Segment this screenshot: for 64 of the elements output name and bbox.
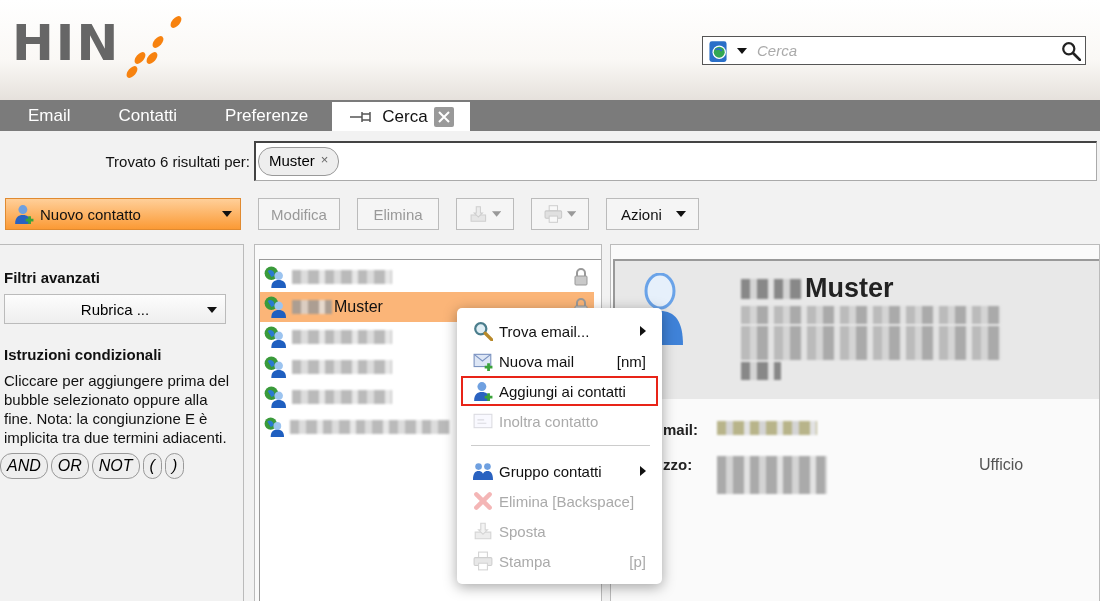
search-input[interactable]: Cerca (755, 41, 1053, 60)
caret-icon (675, 211, 686, 217)
address-book-icon (707, 39, 729, 62)
tray-icon (469, 204, 488, 224)
printer-icon (544, 204, 563, 224)
caret-icon (566, 211, 576, 217)
menu-item[interactable]: Aggiungi ai contatti (461, 376, 658, 406)
results-label: Trovato 6 risultati per: (104, 152, 250, 170)
caret-icon (491, 211, 501, 217)
operator-button[interactable]: AND (0, 453, 48, 479)
contact-icon (264, 416, 284, 438)
operator-button[interactable]: ) (164, 453, 185, 479)
caret-icon (737, 47, 747, 54)
contact-icon (264, 326, 286, 348)
menu-item[interactable]: Nuova mail [nm] (461, 346, 658, 376)
pixelated-block (741, 278, 801, 299)
field-label: zzo: (663, 456, 694, 475)
tray-icon (473, 521, 493, 541)
section-title: Filtri avanzati (4, 269, 101, 286)
lock-icon (572, 268, 590, 286)
submenu-arrow-icon (640, 466, 646, 476)
pixelated-block (292, 300, 332, 314)
remove-icon[interactable]: × (320, 152, 329, 167)
add-person-icon (473, 381, 493, 401)
operator-button[interactable]: NOT (91, 453, 140, 479)
tab[interactable]: Email (4, 100, 95, 131)
instructions-text: Cliccare per aggiungere prima del bubble selezionato oppure alla fine. Nota: la congiunzione E è implicita tra due termini adiacenti. (4, 371, 230, 447)
menu-item[interactable]: Gruppo contatti (461, 456, 658, 486)
shortcut-label: [p] (629, 552, 646, 570)
operator-button[interactable]: ( (142, 453, 162, 479)
card-icon (473, 411, 493, 431)
actions-menu-button[interactable]: Azioni (606, 198, 699, 230)
search-terms-field[interactable]: Muster × (254, 141, 1097, 181)
pixelated-block (741, 362, 781, 380)
tab[interactable]: Preferenze (201, 100, 333, 131)
submenu-arrow-icon (640, 326, 646, 336)
address-type-label: Ufficio (978, 456, 1025, 475)
contact-icon (264, 356, 286, 378)
contact-icon (264, 296, 286, 318)
add-person-icon (14, 204, 34, 224)
shortcut-label: [nm] (616, 352, 646, 370)
operator-button[interactable]: OR (50, 453, 89, 479)
contact-icon (264, 386, 286, 408)
printer-icon (473, 551, 493, 571)
field-label: mail: (663, 421, 699, 438)
people-group-icon (473, 461, 493, 481)
contact-icon (264, 266, 286, 288)
contact-name: Muster (334, 298, 383, 316)
tab[interactable]: Cerca (332, 102, 470, 131)
contact-name-heading: Muster (805, 273, 894, 304)
caret-icon (222, 211, 232, 217)
cross-icon (473, 491, 493, 511)
search-field[interactable]: Cerca (702, 36, 1086, 65)
tab[interactable]: Contatti (94, 100, 202, 131)
close-icon[interactable] (433, 106, 454, 127)
search-icon (1061, 40, 1081, 61)
address-book-dropdown[interactable]: Rubrica ... (4, 294, 226, 324)
section-title: Istruzioni condizionali (4, 346, 163, 363)
logo-text: HIN (12, 18, 121, 68)
search-icon (473, 321, 493, 341)
caret-icon (207, 307, 217, 313)
new-contact-button[interactable]: Nuovo contatto (5, 198, 241, 230)
envelope-plus-icon (473, 351, 493, 371)
search-term-chip[interactable]: Muster × (258, 147, 340, 176)
